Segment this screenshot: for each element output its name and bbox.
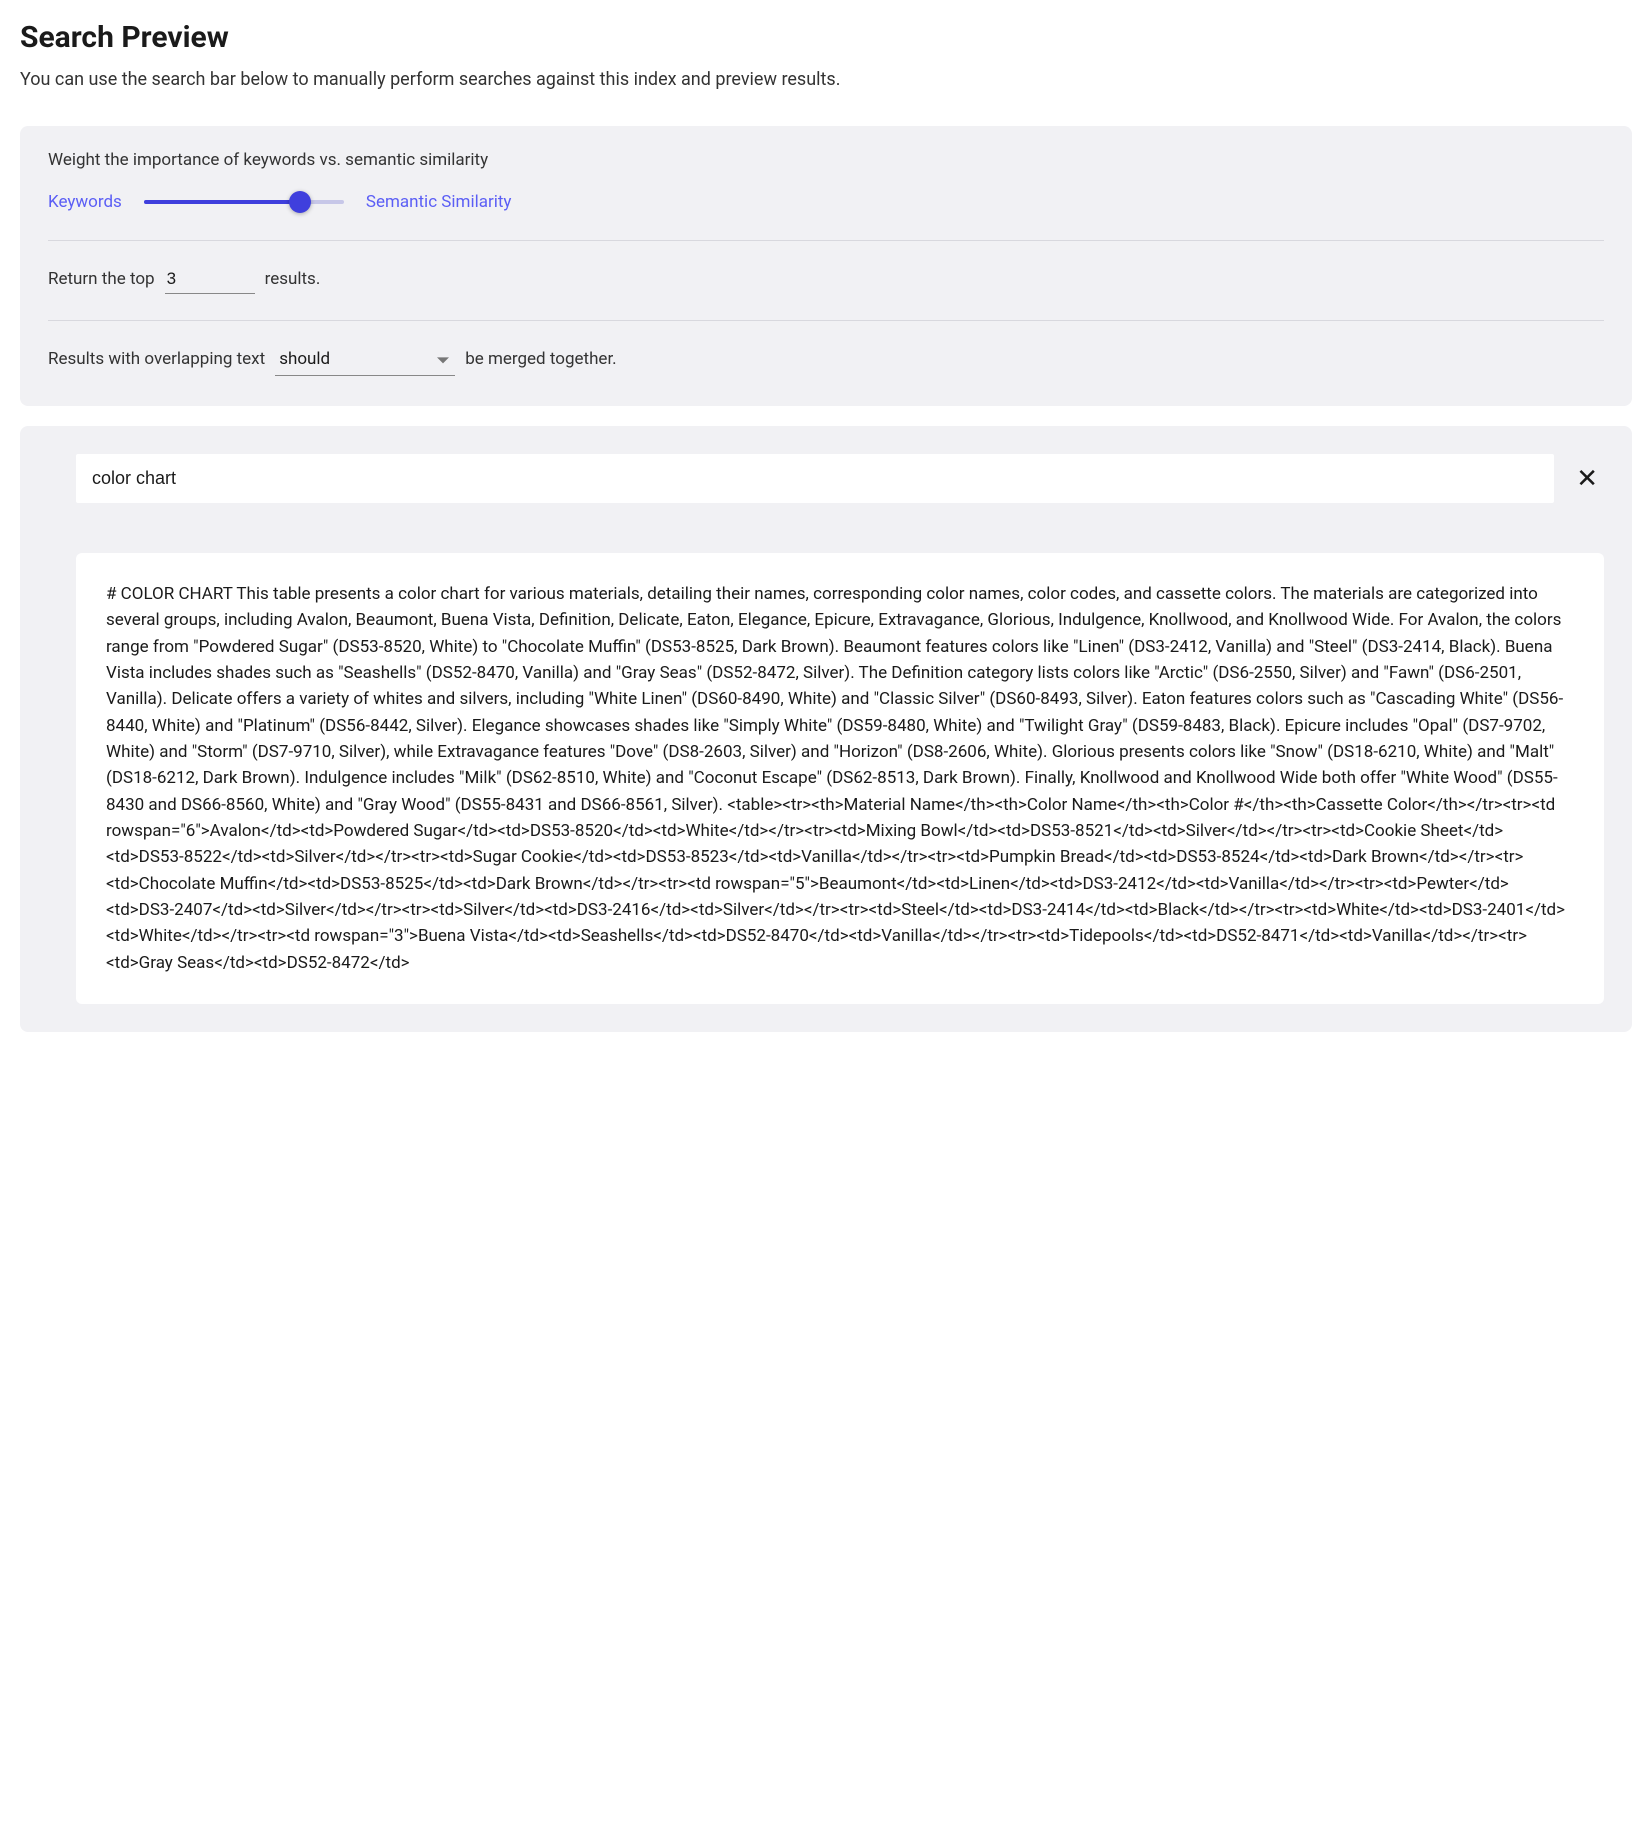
- divider: [48, 240, 1604, 241]
- page-title: Search Preview: [20, 20, 1632, 55]
- close-icon[interactable]: ✕: [1570, 466, 1604, 492]
- top-prefix: Return the top: [48, 269, 155, 289]
- weight-slider-row: Keywords Semantic Similarity: [48, 192, 1604, 212]
- chevron-down-icon: [437, 357, 449, 363]
- slider-label-semantic: Semantic Similarity: [366, 192, 512, 212]
- result-card: # COLOR CHART This table presents a colo…: [76, 553, 1604, 1004]
- merge-select-value: should: [279, 349, 330, 369]
- top-results-row: Return the top results.: [48, 267, 1604, 294]
- top-suffix: results.: [265, 269, 321, 289]
- result-text: # COLOR CHART This table presents a colo…: [106, 584, 1565, 973]
- slider-thumb[interactable]: [289, 191, 311, 213]
- top-results-input[interactable]: [165, 267, 255, 294]
- divider: [48, 320, 1604, 321]
- merge-row: Results with overlapping text should be …: [48, 347, 1604, 376]
- weight-slider[interactable]: [144, 200, 344, 204]
- merge-suffix: be merged together.: [465, 349, 616, 369]
- slider-label-keywords: Keywords: [48, 192, 122, 212]
- page-subtitle: You can use the search bar below to manu…: [20, 69, 1632, 90]
- slider-fill: [144, 200, 300, 204]
- merge-select[interactable]: should: [275, 347, 455, 376]
- search-panel: ✕ # COLOR CHART This table presents a co…: [20, 426, 1632, 1032]
- merge-prefix: Results with overlapping text: [48, 349, 265, 369]
- search-row: ✕: [76, 454, 1604, 503]
- settings-panel: Weight the importance of keywords vs. se…: [20, 126, 1632, 406]
- weight-label: Weight the importance of keywords vs. se…: [48, 150, 1604, 170]
- search-input[interactable]: [76, 454, 1554, 503]
